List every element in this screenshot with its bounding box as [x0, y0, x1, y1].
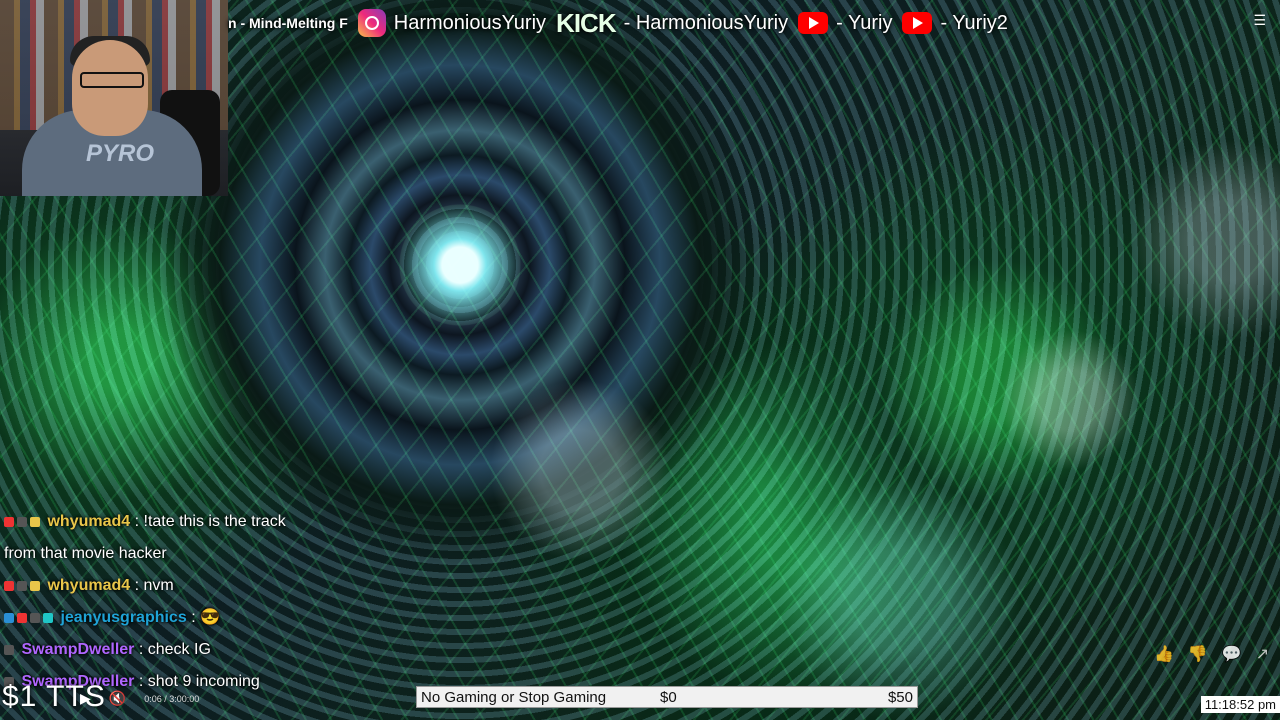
- chat-username: whyumad4: [47, 513, 131, 530]
- chat-separator: :: [191, 609, 196, 626]
- streamer-face: [72, 40, 148, 136]
- crown-icon: [30, 516, 40, 527]
- chat-username: SwampDweller: [21, 641, 135, 658]
- chat-message: SwampDweller : check IG: [4, 634, 304, 666]
- time-readout: 0:06 / 3:00:00: [144, 693, 200, 704]
- gift-badge-icon: [43, 612, 53, 623]
- chat-emote-icon: 😎: [200, 609, 221, 626]
- instagram-link[interactable]: HarmoniousYuriy: [357, 9, 547, 37]
- shirt-logo-text: PYRO: [86, 140, 155, 167]
- chat-separator: :: [134, 513, 140, 530]
- chat-text: shot 9 incoming: [147, 673, 260, 690]
- youtube-icon: [902, 12, 933, 34]
- chat-message: jeanyusgraphics : 😎: [4, 602, 304, 634]
- kick-link[interactable]: KICK - HarmoniousYuriy: [556, 8, 788, 39]
- youtube-link-1[interactable]: - Yuriy: [798, 12, 892, 35]
- verified-badge-icon: [4, 612, 14, 623]
- instagram-handle: HarmoniousYuriy: [393, 11, 547, 34]
- video-action-icons: 👍 👎 💬 ↗: [1154, 644, 1269, 664]
- menu-icon[interactable]: ☰: [1253, 12, 1266, 29]
- volume-mute-icon[interactable]: 🔇: [109, 690, 126, 707]
- comment-icon[interactable]: 💬: [1222, 644, 1242, 664]
- share-icon[interactable]: ↗: [1256, 644, 1269, 664]
- chat-separator: :: [138, 641, 144, 658]
- stream-title: n - Mind-Melting F: [228, 15, 348, 31]
- goal-title: No Gaming or Stop Gaming: [421, 688, 607, 706]
- chat-text: nvm: [143, 577, 174, 594]
- youtube-handle-1: - Yuriy: [836, 11, 893, 34]
- chat-username: jeanyusgraphics: [60, 609, 187, 626]
- chat-separator: :: [134, 577, 140, 594]
- like-icon[interactable]: 👍: [1154, 644, 1174, 664]
- dislike-icon[interactable]: 👎: [1188, 644, 1208, 664]
- kick-handle: - HarmoniousYuriy: [623, 11, 789, 34]
- instagram-icon: [357, 9, 386, 37]
- chat-username: whyumad4: [47, 577, 131, 594]
- chat-text: check IG: [147, 641, 211, 658]
- badge-icon: [30, 612, 40, 623]
- youtube-icon: [798, 12, 829, 34]
- badge-icon: [17, 580, 27, 591]
- donation-goal-bar: No Gaming or Stop Gaming $0 $50: [416, 686, 918, 708]
- subscriber-badge-icon: [17, 612, 27, 623]
- badge-icon: [4, 644, 14, 655]
- crown-icon: [30, 580, 40, 591]
- chat-separator: :: [138, 673, 144, 690]
- subscriber-badge-icon: [4, 516, 14, 527]
- subscriber-badge-icon: [4, 580, 14, 591]
- youtube-handle-2: - Yuriy2: [940, 11, 1008, 34]
- webcam-feed: PYRO: [0, 0, 228, 196]
- social-links-bar: n - Mind-Melting F HarmoniousYuriy KICK …: [228, 0, 1280, 46]
- goal-target-amount: $50: [887, 688, 913, 706]
- chat-message: whyumad4 : nvm: [4, 570, 304, 602]
- play-icon[interactable]: ▶: [80, 690, 91, 707]
- youtube-link-2[interactable]: - Yuriy2: [902, 11, 1008, 35]
- glasses: [80, 72, 144, 88]
- goal-current-amount: $0: [660, 688, 677, 706]
- chat-overlay: whyumad4 : !tate this is the track from …: [4, 506, 304, 698]
- player-controls: ▶ 🔇 0:06 / 3:00:00: [80, 690, 199, 707]
- clock: 11:18:52 pm: [1200, 696, 1280, 713]
- badge-icon: [17, 516, 27, 527]
- chat-message: whyumad4 : !tate this is the track from …: [4, 506, 304, 570]
- kick-icon: KICK: [556, 7, 617, 38]
